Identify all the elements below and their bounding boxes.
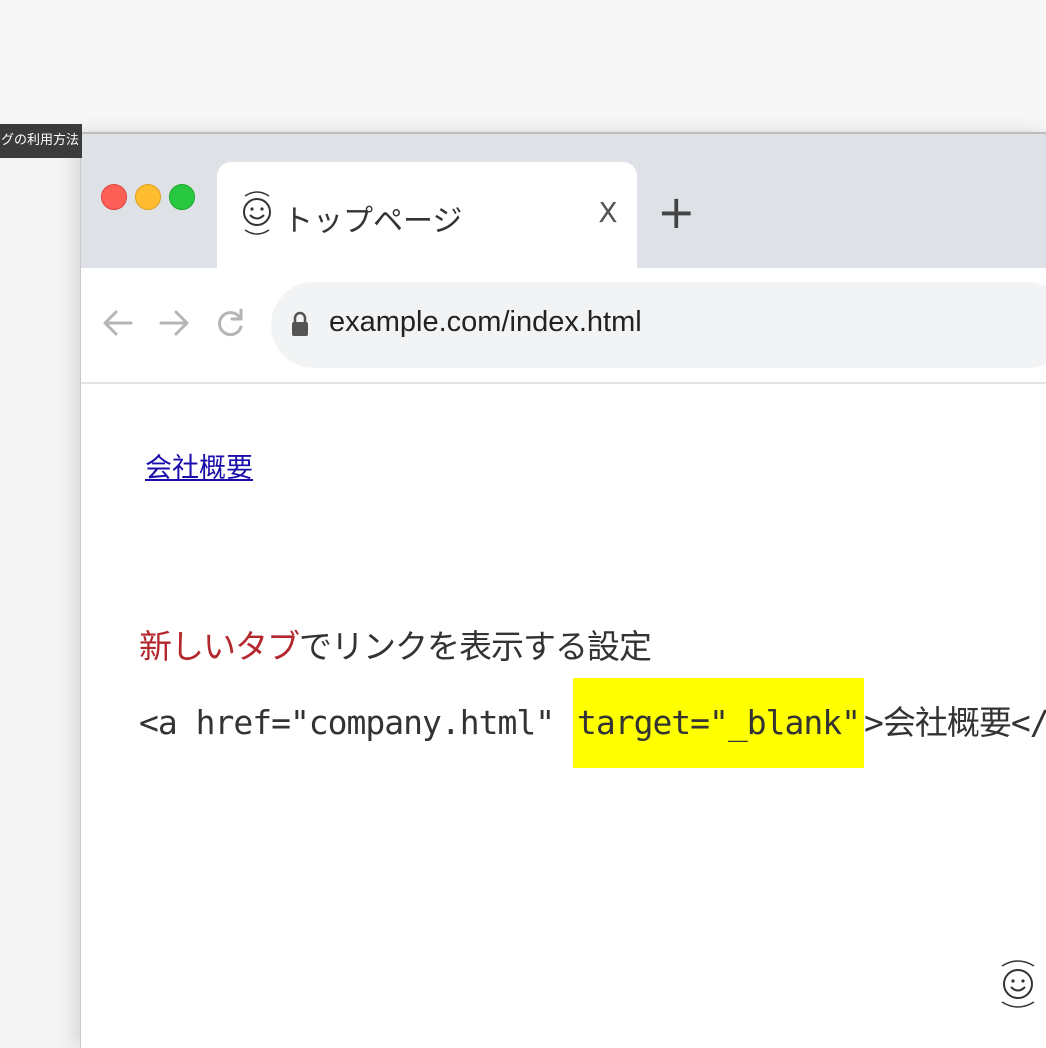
zoom-window-button[interactable] [169, 184, 195, 210]
tab-top-page[interactable]: トップページ X [217, 162, 637, 268]
url-text: example.com/index.html [329, 306, 642, 338]
toolbar: example.com/index.html [81, 268, 1046, 384]
address-bar[interactable]: example.com/index.html [271, 282, 1046, 368]
caption-accent: 新しいタブ [139, 627, 300, 666]
reload-icon[interactable] [213, 306, 247, 340]
caption-text: 新しいタブでリンクを表示する設定 [139, 620, 652, 668]
code-closing: </a> [1010, 703, 1046, 742]
forward-arrow-icon[interactable] [157, 306, 191, 340]
code-after-tag: > [863, 703, 884, 742]
close-window-button[interactable] [101, 184, 127, 210]
video-top-band [0, 0, 1046, 130]
minimize-window-button[interactable] [135, 184, 161, 210]
new-tab-button[interactable]: + [657, 189, 696, 235]
browser-window: トップページ X + example.com/index.html 会社概要 新… [80, 132, 1046, 1048]
tab-bar: トップページ X + [81, 134, 1046, 268]
code-highlight: target="_blank" [572, 678, 864, 768]
chapter-label: タグの利用方法 [0, 124, 82, 158]
lock-icon [292, 311, 308, 336]
caption-rest: でリンクを表示する設定 [299, 627, 652, 666]
tab-title: トップページ [283, 204, 463, 239]
smiley-archive-icon [243, 191, 271, 235]
page-content: 会社概要 新しいタブでリンクを表示する設定 <a href="company.h… [81, 384, 1046, 1048]
code-after-text: 会社概要 [882, 703, 1012, 742]
code-before: <a href="company.html" [139, 703, 573, 742]
back-arrow-icon[interactable] [101, 306, 135, 340]
smiley-archive-watermark-icon [1001, 960, 1035, 1008]
close-tab-icon[interactable]: X [595, 198, 621, 228]
company-overview-link[interactable]: 会社概要 [145, 446, 253, 485]
code-example: <a href="company.html" target="_blank" >会… [139, 678, 1046, 768]
